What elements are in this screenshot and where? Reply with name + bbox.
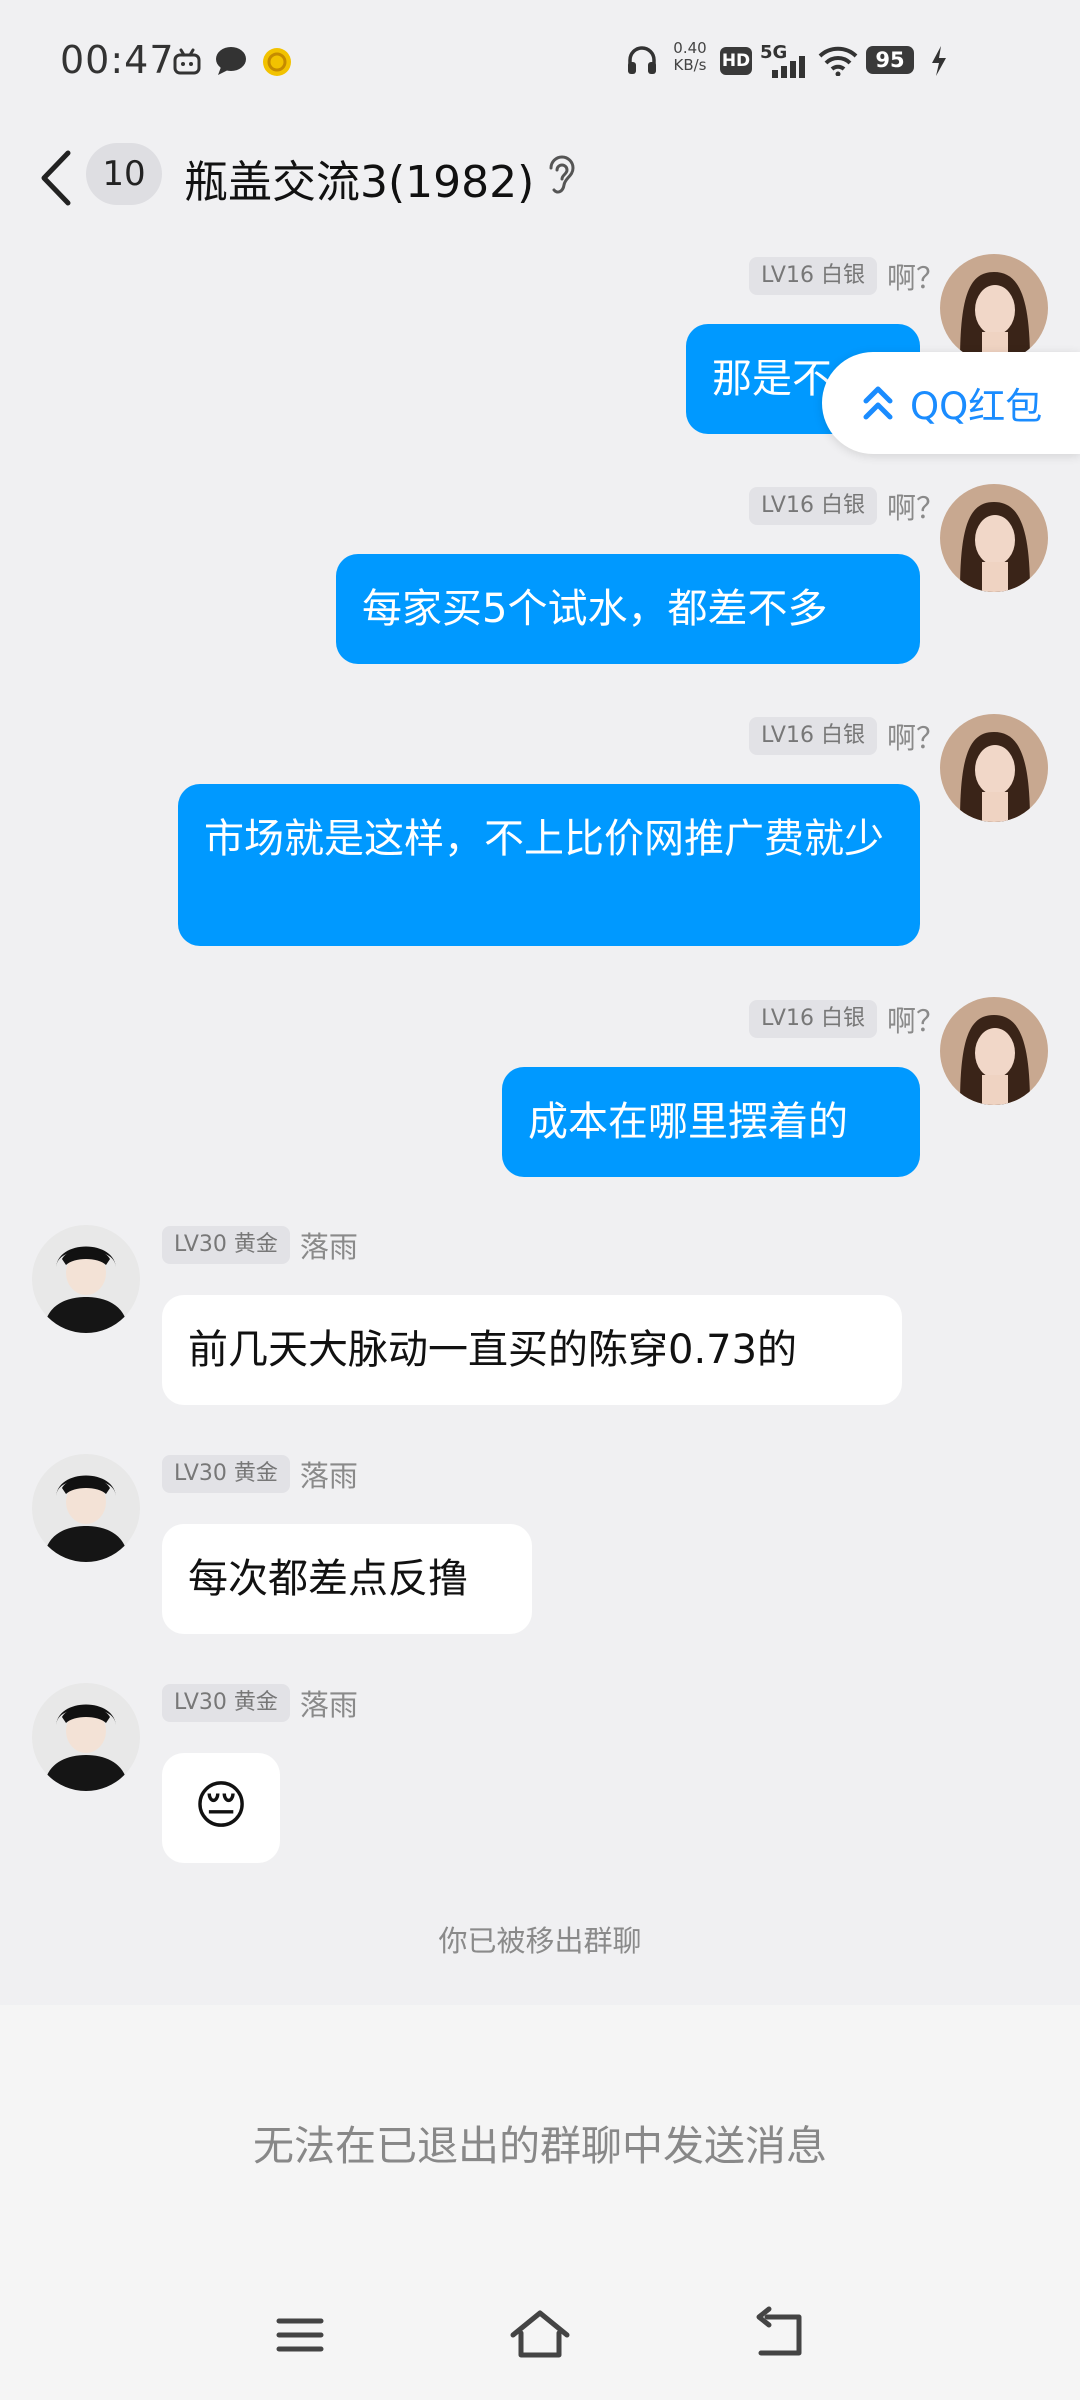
avatar[interactable] (940, 254, 1048, 362)
bilibili-icon (173, 48, 201, 75)
double-chevron-up-icon (863, 386, 893, 420)
charging-icon (932, 46, 946, 76)
message-bubble[interactable]: 成本在哪里摆着的 (502, 1067, 920, 1177)
sender-name[interactable]: 落雨 (300, 1224, 358, 1266)
message-meta: LV30 黄金 落雨 (162, 1454, 358, 1494)
net-speed-value: 0.40 (673, 39, 707, 57)
coin-icon (263, 48, 291, 76)
level-tag: LV16 白银 (749, 487, 877, 525)
menu-icon[interactable] (265, 2305, 335, 2365)
signal-icon (772, 56, 805, 78)
level-tag: LV16 白银 (749, 1000, 877, 1038)
message-bubble[interactable]: 前几天大脉动一直买的陈穿0.73的 (162, 1295, 902, 1405)
message-meta: LV30 黄金 落雨 (162, 1225, 358, 1265)
unread-count-badge[interactable]: 10 (86, 143, 162, 205)
wifi-icon (818, 46, 858, 76)
sender-name[interactable]: 落雨 (300, 1682, 358, 1724)
level-tag: LV30 黄金 (162, 1684, 290, 1722)
message-bubble[interactable]: 每家买5个试水，都差不多 (336, 554, 920, 664)
ear-icon[interactable] (545, 154, 577, 198)
level-tag: LV30 黄金 (162, 1455, 290, 1493)
avatar[interactable] (940, 484, 1048, 592)
status-time: 00:47 (60, 38, 175, 82)
message-bubble[interactable]: 每次都差点反撸 (162, 1524, 532, 1634)
sender-name[interactable]: 落雨 (300, 1453, 358, 1495)
message-meta: LV30 黄金 落雨 (162, 1683, 358, 1723)
status-bar: 00:47 0.40 KB/s HD 5G 95 (0, 0, 1080, 120)
back-nav-icon[interactable] (745, 2305, 815, 2365)
system-notice: 你已被移出群聊 (438, 1924, 642, 1958)
sender-name[interactable]: 啊？ (887, 485, 945, 527)
headphones-icon (628, 46, 656, 74)
avatar[interactable] (32, 1225, 140, 1333)
sender-name[interactable]: 啊？ (887, 715, 945, 757)
message-meta: LV16 白银 啊？ (749, 486, 945, 526)
message-bubble[interactable]: 😔 (162, 1753, 280, 1863)
battery-level: 95 (866, 46, 914, 74)
avatar[interactable] (940, 714, 1048, 822)
sender-name[interactable]: 啊？ (887, 255, 945, 297)
cannot-send-notice: 无法在已退出的群聊中发送消息 (253, 2122, 827, 2170)
level-tag: LV30 黄金 (162, 1226, 290, 1264)
sender-name[interactable]: 啊？ (887, 998, 945, 1040)
message-row: LV16 白银 啊？ 成本在哪里摆着的 (0, 993, 1080, 1193)
level-tag: LV16 白银 (749, 717, 877, 755)
avatar[interactable] (32, 1683, 140, 1791)
message-bubble-icon (216, 47, 246, 75)
message-meta: LV16 白银 啊？ (749, 716, 945, 756)
message-bubble[interactable]: 市场就是这样，不上比价网推广费就少 (178, 784, 920, 946)
avatar[interactable] (32, 1454, 140, 1562)
chat-title[interactable]: 瓶盖交流3(1982) (184, 146, 534, 210)
qq-red-packet-button[interactable]: QQ红包 (822, 352, 1080, 454)
message-row: LV30 黄金 落雨 每次都差点反撸 (0, 1454, 1080, 1654)
message-row: LV30 黄金 落雨 前几天大脉动一直买的陈穿0.73的 (0, 1225, 1080, 1425)
home-icon[interactable] (505, 2305, 575, 2365)
level-tag: LV16 白银 (749, 257, 877, 295)
avatar[interactable] (940, 997, 1048, 1105)
message-row: LV16 白银 啊？ 市场就是这样，不上比价网推广费就少 (0, 710, 1080, 960)
back-button[interactable] (34, 143, 84, 213)
message-meta: LV16 白银 啊？ (749, 999, 945, 1039)
message-row: LV16 白银 啊？ 每家买5个试水，都差不多 (0, 480, 1080, 680)
message-meta: LV16 白银 啊？ (749, 256, 945, 296)
net-speed: 0.40 KB/s (668, 40, 712, 74)
hd-badge: HD (720, 47, 752, 75)
red-packet-label: QQ红包 (910, 385, 1043, 428)
net-speed-unit: KB/s (673, 56, 707, 74)
message-row: LV30 黄金 落雨 😔 (0, 1683, 1080, 1883)
